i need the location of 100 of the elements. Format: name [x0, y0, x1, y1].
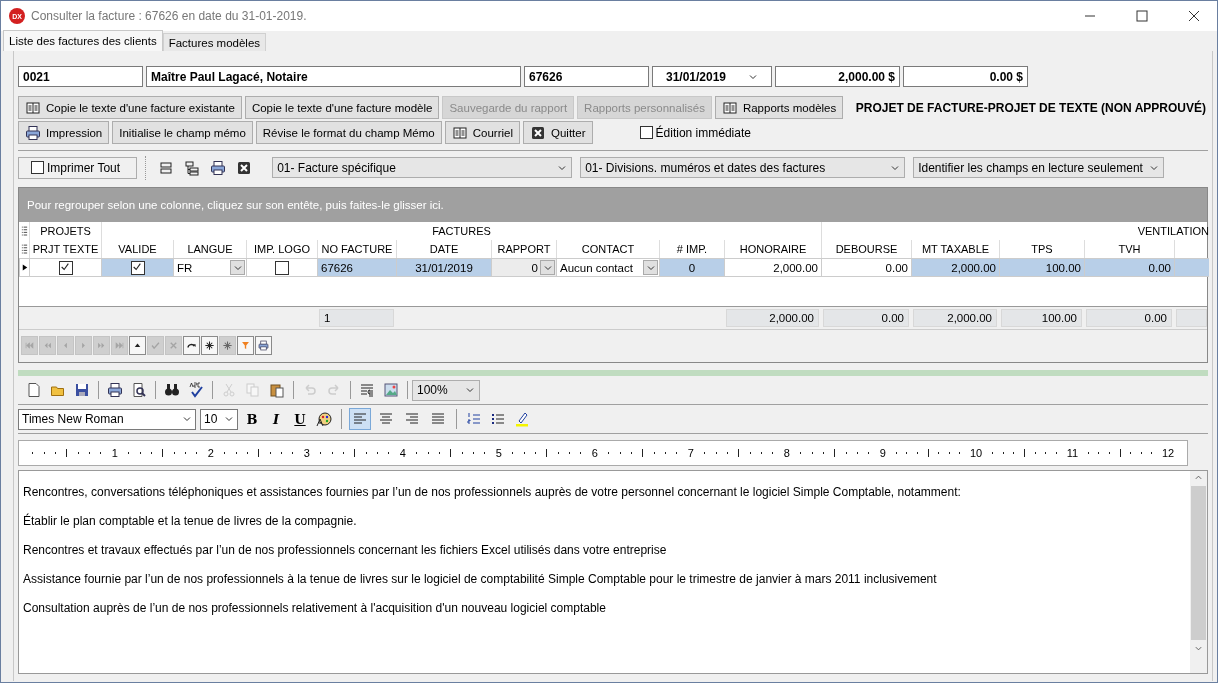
- paragraph: Rencontres, conversations téléphoniques et assistances fournies par l’un de nos professionnels auprès de votre personnel concernant le logiciel Simple Comptable, notamment:: [23, 485, 962, 499]
- input-field[interactable]: 2,000.00 $: [775, 66, 900, 87]
- navigator-button[interactable]: [183, 336, 200, 356]
- tab[interactable]: Liste des factures des clients: [3, 30, 163, 51]
- dropdown[interactable]: 01- Facture spécifique: [272, 157, 573, 178]
- group-by-hint: Pour regrouper selon une colonne, cliquez sur son entête, puis faites-le glisser ici.: [19, 188, 1207, 222]
- ruler[interactable]: 1 2 3 4 5 6 7 8 9 10 11 12: [18, 440, 1188, 466]
- window-title: Consulter la facture : 67626 en date du 31-01-2019.: [31, 9, 308, 23]
- checkmark-icon: [150, 340, 161, 352]
- spellcheck-icon: [188, 382, 204, 398]
- dropdown-cell[interactable]: 0: [491, 258, 556, 277]
- column-header[interactable]: CONTACT: [581, 243, 635, 255]
- dropdown[interactable]: Identifier les champs en lecture seulement: [913, 157, 1165, 178]
- align-button[interactable]: [349, 408, 371, 430]
- scroll-up-icon[interactable]: [1194, 473, 1203, 482]
- asterisk-icon: [204, 340, 215, 352]
- align-left-icon: [352, 411, 368, 427]
- column-header[interactable]: MT TAXABLE: [921, 243, 990, 255]
- printer-icon: [210, 159, 227, 176]
- align-right-icon: [404, 411, 420, 427]
- input-field[interactable]: Maître Paul Lagacé, Notaire: [146, 66, 521, 87]
- column-band-header: FACTURES: [432, 225, 491, 237]
- column-header[interactable]: VALIDE: [118, 243, 157, 255]
- checkbox[interactable]: Imprimer Tout: [18, 156, 138, 179]
- font-dropdown[interactable]: Times New Roman: [18, 408, 196, 430]
- skip-first-icon: [24, 340, 35, 352]
- checkbox[interactable]: [130, 260, 145, 275]
- printer-icon: [107, 382, 123, 398]
- action-button[interactable]: Courriel: [444, 121, 520, 144]
- column-header[interactable]: TPS: [1031, 243, 1053, 255]
- checkbox[interactable]: Édition immédiate: [639, 125, 751, 140]
- paste-icon: [269, 382, 285, 398]
- tree-icon: [184, 159, 201, 176]
- table-cell: 0: [659, 258, 724, 277]
- dropdown-caret-icon: [182, 414, 192, 424]
- zoom-dropdown[interactable]: 100%: [412, 379, 480, 401]
- close-icon: [530, 124, 546, 141]
- column-header[interactable]: HONORAIRE: [739, 243, 807, 255]
- checkbox[interactable]: [275, 260, 289, 275]
- navigator-button[interactable]: [129, 336, 146, 356]
- action-button[interactable]: Rapports modèles: [714, 96, 844, 119]
- action-button[interactable]: Impression: [18, 121, 110, 144]
- column-header[interactable]: IMP. LOGO: [253, 243, 310, 255]
- font-size-dropdown[interactable]: 10: [200, 408, 238, 430]
- justify-icon: [430, 411, 446, 427]
- action-button[interactable]: Initialise le champ mémo: [112, 121, 253, 144]
- table-cell: 2,000.00: [911, 258, 999, 277]
- table-cell: 0.00: [1084, 258, 1174, 277]
- navigator-button[interactable]: [201, 336, 218, 356]
- total-cell: 2,000.00: [726, 308, 819, 327]
- print-preview-icon: [131, 382, 147, 398]
- column-header[interactable]: DATE: [429, 243, 459, 255]
- scroll-down-icon[interactable]: [1194, 644, 1203, 653]
- input-field[interactable]: 0021: [18, 66, 143, 87]
- toolbar-button[interactable]: [186, 380, 206, 400]
- dropdown-caret-icon: [465, 385, 475, 395]
- column-header[interactable]: # IMP.: [676, 243, 708, 255]
- action-button[interactable]: Copie le texte d'une facture existante: [18, 96, 242, 119]
- rows-icon: [158, 159, 175, 176]
- dropdown[interactable]: 01- Divisions. muméros et dates des factures: [580, 157, 906, 178]
- column-header[interactable]: LANGUE: [187, 243, 233, 255]
- column-header[interactable]: PRJT TEXTE: [32, 243, 99, 255]
- align-center-icon: [378, 411, 394, 427]
- palette-icon: [316, 411, 332, 427]
- cell-value: Aucun contact: [560, 261, 633, 274]
- bold-button[interactable]: B: [242, 409, 262, 429]
- grip-icon: [20, 225, 28, 237]
- dropdown-cell[interactable]: FR: [173, 258, 246, 277]
- paragraph-format-icon: [359, 382, 375, 398]
- column-header[interactable]: NO FACTURE: [321, 243, 393, 255]
- date-picker[interactable]: 31/01/2019: [652, 66, 772, 87]
- column-header[interactable]: DEBOURSE: [835, 243, 898, 255]
- checkbox[interactable]: [58, 260, 73, 275]
- action-button[interactable]: Quitter: [523, 121, 593, 144]
- tab[interactable]: Factures modèles: [162, 33, 267, 51]
- undo-icon: [302, 382, 318, 398]
- input-field[interactable]: 67626: [524, 66, 649, 87]
- scrollbar[interactable]: [1190, 471, 1207, 673]
- column-header[interactable]: TVH: [1118, 243, 1141, 255]
- filter-icon: [240, 340, 251, 352]
- bullet-list-icon: [490, 411, 506, 427]
- binoculars-icon: [164, 382, 180, 398]
- skip-last-icon: [114, 340, 125, 352]
- underline-button[interactable]: U: [290, 409, 310, 429]
- action-button[interactable]: Révise le format du champ Mémo: [255, 121, 442, 144]
- total-cell: 2,000.00: [913, 308, 997, 327]
- total-cell: 1: [319, 308, 394, 327]
- input-field[interactable]: 0.00 $: [903, 66, 1028, 87]
- column-header[interactable]: RAPPORT: [497, 243, 551, 255]
- paragraph: Rencontres et travaux effectués par l’un de nos professionnels concernant les fichiers Excel utilisés dans votre entreprise: [23, 543, 668, 557]
- printer-icon: [25, 124, 41, 141]
- cell-value: FR: [177, 261, 193, 274]
- dropdown-cell[interactable]: Aucun contact: [556, 258, 659, 277]
- table-cell: 2,000.00: [724, 258, 821, 277]
- italic-button[interactable]: I: [266, 409, 286, 429]
- highlighter-icon: [514, 411, 530, 427]
- action-button[interactable]: Copie le texte d'une facture modèle: [244, 96, 440, 119]
- toolbar-button[interactable]: [105, 380, 125, 400]
- paragraph: Consultation auprès de l’un de nos professionnels relativement à l'acquisition d'un nouveau logiciel comptable: [23, 601, 607, 615]
- toolbar-button[interactable]: [314, 409, 334, 429]
